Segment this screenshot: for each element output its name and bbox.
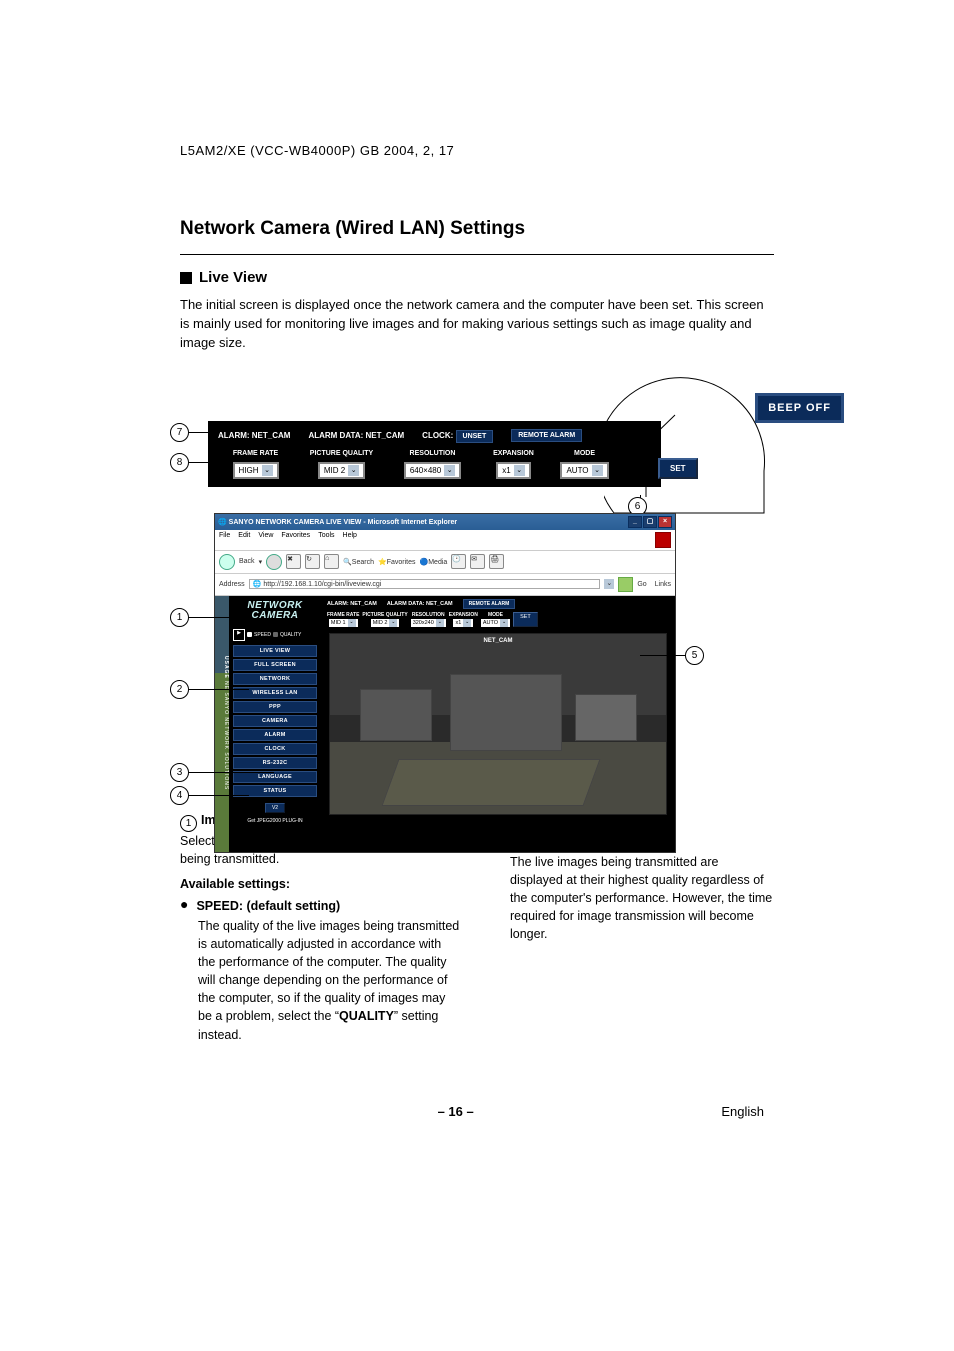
sidebar-item-alarm[interactable]: ALARM	[233, 729, 317, 741]
language-label: English	[721, 1104, 764, 1119]
alarm-label: ALARM:	[218, 431, 250, 440]
maximize-icon[interactable]: ▢	[643, 516, 657, 528]
document-header: L5AM2/XE (VCC-WB4000P) GB 2004, 2, 17	[180, 143, 774, 158]
speed-setting-heading: SPEED: (default setting)	[196, 897, 340, 915]
callout-8: 8	[170, 453, 189, 472]
picture-quality-label: PICTURE QUALITY	[299, 450, 384, 457]
available-settings-heading: Available settings:	[180, 875, 462, 893]
clock-label: CLOCK:	[422, 431, 453, 440]
resolution-label: RESOLUTION	[390, 450, 475, 457]
address-input[interactable]: 🌐 http://192.168.1.10/cgi-bin/liveview.c…	[249, 579, 601, 589]
chevron-down-icon: ⌄	[514, 465, 525, 476]
home-icon[interactable]: ⌂	[324, 554, 339, 569]
chevron-down-icon[interactable]: ⌄	[604, 579, 614, 589]
callout-7: 7	[170, 423, 189, 442]
mode-label: MODE	[552, 450, 617, 457]
speed-radio-icon[interactable]	[247, 632, 252, 637]
sidebar-item-ppp[interactable]: PPP	[233, 701, 317, 713]
mini-resolution-select[interactable]: 320x240⌄	[411, 619, 446, 627]
chevron-down-icon: ⌄	[444, 465, 455, 476]
speed-setting-description: The quality of the live images being tra…	[198, 917, 462, 1044]
callout-2: 2	[170, 680, 189, 699]
print-icon[interactable]: 🖨	[489, 554, 504, 569]
frame-rate-label: FRAME RATE	[218, 450, 293, 457]
mini-remote-alarm-button[interactable]: REMOTE ALARM	[463, 599, 516, 609]
title-divider	[180, 254, 774, 255]
mini-expansion-select[interactable]: x1⌄	[453, 619, 473, 627]
minimize-icon[interactable]: _	[628, 516, 642, 528]
live-video-frame: NET_CAM	[329, 633, 667, 815]
mini-mode-select[interactable]: AUTO⌄	[481, 619, 510, 627]
back-icon[interactable]	[219, 554, 235, 570]
section-bullet	[180, 272, 192, 284]
set-button[interactable]: SET	[658, 458, 698, 479]
mini-picture-quality-select[interactable]: MID 2⌄	[371, 619, 400, 627]
section-intro: The initial screen is displayed once the…	[180, 296, 774, 353]
browser-window: 🌐 SANYO NETWORK CAMERA LIVE VIEW - Micro…	[214, 513, 676, 853]
remote-alarm-button[interactable]: REMOTE ALARM	[511, 429, 582, 442]
frame-rate-select[interactable]: HIGH⌄	[233, 462, 279, 479]
alarm-data-label: ALARM DATA:	[308, 431, 363, 440]
chevron-down-icon: ⌄	[262, 465, 273, 476]
mini-frame-rate-select[interactable]: MID 1⌄	[329, 619, 358, 627]
expansion-label: EXPANSION	[481, 450, 546, 457]
close-icon[interactable]: ×	[658, 516, 672, 528]
callout-5: 5	[685, 646, 704, 665]
alarm-value: NET_CAM	[252, 431, 291, 440]
play-icon: ▶	[233, 629, 245, 641]
enlarged-control-bar: ALARM: NET_CAM ALARM DATA: NET_CAM CLOCK…	[208, 421, 661, 487]
mini-set-button[interactable]: SET	[513, 612, 538, 627]
page-title: Network Camera (Wired LAN) Settings	[180, 218, 774, 240]
refresh-icon[interactable]: ↻	[305, 554, 320, 569]
alarm-data-value: NET_CAM	[366, 431, 405, 440]
speed-quality-toggle[interactable]: ▶ SPEED QUALITY	[233, 629, 317, 643]
browser-toolbar[interactable]: Back▾ ✖ ↻ ⌂ 🔍Search ⭐Favorites 🔵Media 🕑 …	[215, 551, 675, 574]
network-camera-logo: NETWORK CAMERA	[233, 598, 317, 627]
beep-off-button[interactable]: BEEP OFF	[755, 393, 844, 423]
sidebar: USAGE NE SANYO NETWORK SOLUTIONS NETWORK…	[215, 596, 321, 852]
forward-icon[interactable]	[266, 554, 282, 570]
sidebar-item-full-screen[interactable]: FULL SCREEN	[233, 659, 317, 671]
callout-3: 3	[170, 763, 189, 782]
set-leader-line	[642, 412, 702, 452]
callout-4: 4	[170, 786, 189, 805]
history-icon[interactable]: 🕑	[451, 554, 466, 569]
chevron-down-icon: ⌄	[592, 465, 603, 476]
browser-title-text: 🌐 SANYO NETWORK CAMERA LIVE VIEW - Micro…	[218, 518, 457, 526]
mode-select[interactable]: AUTO⌄	[560, 462, 608, 479]
expansion-select[interactable]: x1⌄	[496, 462, 530, 479]
quality-radio-icon[interactable]	[273, 632, 278, 637]
picture-quality-select[interactable]: MID 2⌄	[318, 462, 365, 479]
resolution-select[interactable]: 640×480⌄	[404, 462, 461, 479]
plugin-link[interactable]: Get JPEG2000 PLUG-IN	[233, 819, 317, 825]
browser-address-bar[interactable]: Address 🌐 http://192.168.1.10/cgi-bin/li…	[215, 574, 675, 596]
quality-setting-description: The live images being transmitted are di…	[510, 853, 774, 944]
chevron-down-icon: ⌄	[348, 465, 359, 476]
ie-logo-icon	[655, 532, 671, 548]
go-button[interactable]	[618, 577, 633, 592]
sidebar-item-live-view[interactable]: LIVE VIEW	[233, 645, 317, 657]
mail-icon[interactable]: ✉	[470, 554, 485, 569]
section-heading-live-view: Live View	[199, 269, 267, 286]
page-number: – 16 –	[438, 1104, 474, 1119]
stop-icon[interactable]: ✖	[286, 554, 301, 569]
browser-menu-bar[interactable]: File Edit View Favorites Tools Help	[215, 530, 675, 551]
video-camera-name: NET_CAM	[483, 638, 512, 644]
sidebar-item-clock[interactable]: CLOCK	[233, 743, 317, 755]
sidebar-item-camera[interactable]: CAMERA	[233, 715, 317, 727]
sidebar-strip: USAGE NE SANYO NETWORK SOLUTIONS	[215, 596, 229, 852]
version-button[interactable]: V2	[265, 803, 285, 813]
clock-value[interactable]: UNSET	[456, 430, 494, 443]
callout-1: 1	[170, 608, 189, 627]
